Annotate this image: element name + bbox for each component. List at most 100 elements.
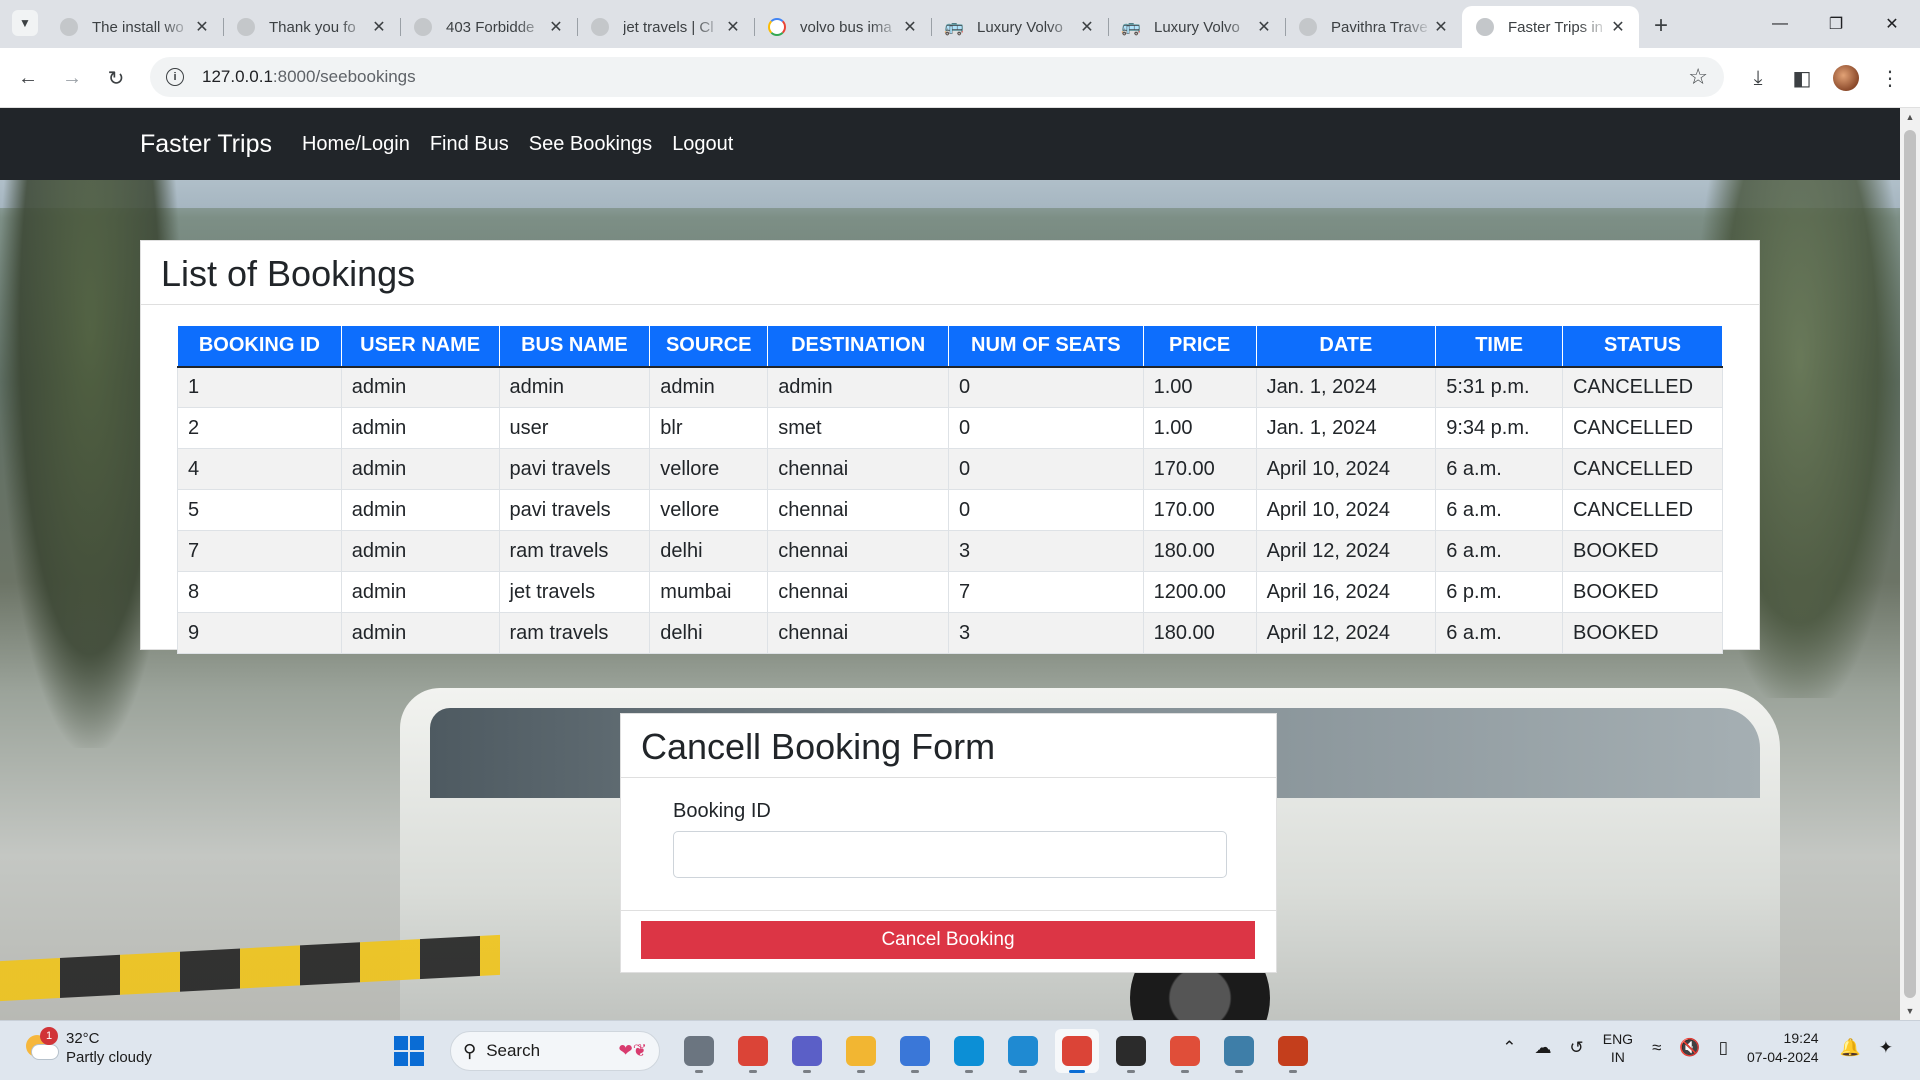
browser-tab[interactable]: volvo bus ima ✕	[754, 6, 931, 48]
table-cell: chennai	[767, 571, 950, 613]
volume-muted-icon[interactable]: 🔇	[1679, 1038, 1700, 1058]
restore-button[interactable]: ❐	[1808, 0, 1864, 48]
generic-favicon	[414, 18, 432, 36]
powerpoint-app[interactable]	[1271, 1029, 1315, 1073]
chrome-icon	[738, 1036, 768, 1066]
table-cell: chennai	[767, 612, 950, 654]
table-cell: 6 p.m.	[1435, 571, 1563, 613]
table-cell: admin	[340, 530, 500, 572]
table-cell: 6 a.m.	[1435, 612, 1563, 654]
battery-icon[interactable]: ▯	[1719, 1038, 1728, 1058]
sync-icon[interactable]: ↺	[1569, 1038, 1583, 1058]
generic-favicon	[591, 18, 609, 36]
toolbar-actions: ⤓ ◧ ⋮	[1730, 62, 1906, 94]
tab-title: volvo bus ima	[800, 18, 892, 36]
column-header: USER NAME	[340, 325, 500, 368]
clock[interactable]: 19:24 07-04-2024	[1747, 1029, 1819, 1067]
tab-active[interactable]: Faster Trips in ✕	[1462, 6, 1639, 48]
new-tab-button[interactable]: +	[1643, 8, 1679, 44]
close-tab-icon[interactable]: ✕	[1609, 17, 1627, 37]
browser-tab[interactable]: jet travels | Cl ✕	[577, 6, 754, 48]
table-cell: pavi travels	[498, 448, 651, 490]
table-cell: 180.00	[1142, 530, 1257, 572]
nav-link-logout[interactable]: Logout	[672, 133, 733, 156]
close-tab-icon[interactable]: ✕	[1078, 17, 1096, 37]
minimize-button[interactable]: —	[1752, 0, 1808, 48]
bookmark-star-icon[interactable]: ☆	[1688, 64, 1708, 90]
browser-tab[interactable]: 🚌 Luxury Volvo ✕	[1108, 6, 1285, 48]
browser-tab[interactable]: 403 Forbidde ✕	[400, 6, 577, 48]
bookings-table: BOOKING ID USER NAME BUS NAME SOURCE DESTINA…	[177, 325, 1724, 654]
generic-favicon	[1476, 18, 1494, 36]
file-viewer-app[interactable]	[677, 1029, 721, 1073]
site-brand[interactable]: Faster Trips	[140, 130, 272, 159]
store-app[interactable]	[893, 1029, 937, 1073]
chrome-app[interactable]	[731, 1029, 775, 1073]
close-tab-icon[interactable]: ✕	[370, 17, 388, 37]
nav-link-home-login[interactable]: Home/Login	[302, 133, 410, 156]
close-tab-icon[interactable]: ✕	[193, 17, 211, 37]
table-cell: BOOKED	[1561, 571, 1724, 613]
restore-icon: ❐	[1828, 16, 1844, 33]
close-tab-icon[interactable]: ✕	[1432, 17, 1450, 37]
copilot-icon[interactable]: ✦	[1879, 1038, 1893, 1058]
back-button[interactable]: ←	[12, 62, 44, 94]
nav-link-see-bookings[interactable]: See Bookings	[529, 133, 652, 156]
cancel-form-body: Booking ID	[621, 778, 1276, 878]
close-tab-icon[interactable]: ✕	[901, 17, 919, 37]
reload-button[interactable]: ↻	[100, 62, 132, 94]
browser-tab[interactable]: Thank you fo ✕	[223, 6, 400, 48]
chevron-up-icon[interactable]: ⌃	[1502, 1038, 1516, 1058]
booking-id-input[interactable]	[673, 831, 1227, 878]
notification-bell-icon[interactable]: 🔔	[1840, 1038, 1861, 1058]
browser-tab[interactable]: Pavithra Trave ✕	[1285, 6, 1462, 48]
powerpoint-icon	[1278, 1036, 1308, 1066]
close-window-button[interactable]: ✕	[1864, 0, 1920, 48]
weather-widget[interactable]: 1 32°C Partly cloudy	[22, 1027, 152, 1067]
vscode-app[interactable]	[1001, 1029, 1045, 1073]
side-panel-icon[interactable]: ◧	[1786, 62, 1818, 94]
site-info-icon[interactable]: i	[166, 68, 184, 86]
table-cell: BOOKED	[1561, 530, 1724, 572]
table-cell: 6 a.m.	[1435, 489, 1563, 531]
scrollbar-thumb[interactable]	[1904, 130, 1916, 998]
taskbar-search-label: Search	[486, 1041, 541, 1060]
teams-app[interactable]	[785, 1029, 829, 1073]
edge-app[interactable]	[947, 1029, 991, 1073]
menu-kebab-icon[interactable]: ⋮	[1874, 62, 1906, 94]
table-cell: ram travels	[498, 612, 651, 654]
scroll-up-icon[interactable]: ▲	[1900, 108, 1920, 126]
close-tab-icon[interactable]: ✕	[547, 17, 565, 37]
forward-button[interactable]: →	[56, 62, 88, 94]
download-icon[interactable]: ⤓	[1742, 62, 1774, 94]
close-tab-icon[interactable]: ✕	[724, 17, 742, 37]
terminal-app[interactable]	[1109, 1029, 1153, 1073]
onedrive-icon[interactable]: ☁	[1534, 1038, 1551, 1058]
edge-icon	[954, 1036, 984, 1066]
tab-search-button[interactable]: ▼	[12, 10, 38, 36]
mysql-app[interactable]	[1217, 1029, 1261, 1073]
nav-link-find-bus[interactable]: Find Bus	[430, 133, 509, 156]
taskbar-search[interactable]: ⚲ Search ❤❦	[450, 1031, 660, 1071]
generic-favicon	[1299, 18, 1317, 36]
chrome-active-app[interactable]	[1055, 1029, 1099, 1073]
table-cell: jet travels	[498, 571, 651, 613]
browser-tab[interactable]: 🚌 Luxury Volvo ✕	[931, 6, 1108, 48]
wifi-icon[interactable]: ≈	[1652, 1038, 1661, 1058]
scroll-down-icon[interactable]: ▼	[1900, 1002, 1920, 1020]
browser-tab[interactable]: The install wo ✕	[46, 6, 223, 48]
file-explorer-app[interactable]	[839, 1029, 883, 1073]
git-app[interactable]	[1163, 1029, 1207, 1073]
address-bar[interactable]: i 127.0.0.1:8000/seebookings ☆	[150, 57, 1724, 97]
language-indicator[interactable]: ENG IN	[1603, 1030, 1633, 1066]
profile-button[interactable]	[1830, 62, 1862, 94]
tab-title: Faster Trips in	[1508, 18, 1604, 36]
cancel-booking-button[interactable]: Cancel Booking	[641, 921, 1255, 959]
file-explorer-icon	[846, 1036, 876, 1066]
page-scrollbar[interactable]: ▲ ▼	[1900, 108, 1920, 1020]
start-button[interactable]	[394, 1036, 424, 1066]
close-tab-icon[interactable]: ✕	[1255, 17, 1273, 37]
table-cell: 6 a.m.	[1435, 530, 1563, 572]
url-path: :8000/seebookings	[272, 67, 416, 86]
table-cell: 4	[177, 448, 342, 490]
